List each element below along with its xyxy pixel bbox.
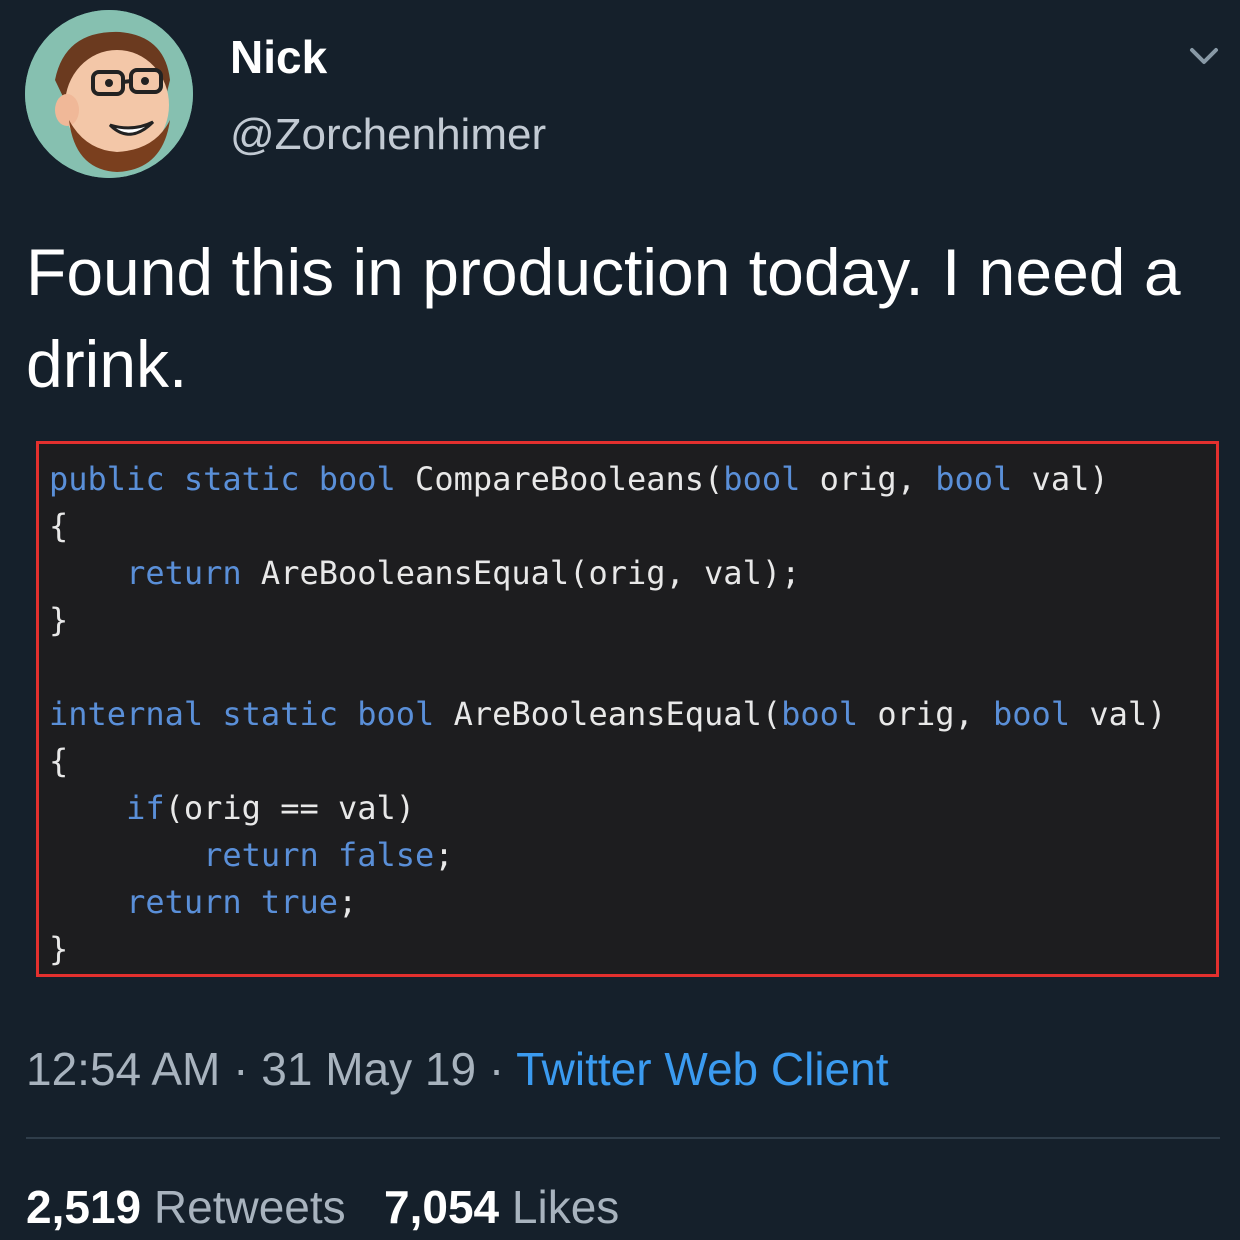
meta-separator: · bbox=[220, 1043, 262, 1095]
code-screenshot[interactable]: public static bool CompareBooleans(bool … bbox=[36, 441, 1219, 977]
code-line-9: return true; bbox=[126, 883, 358, 921]
code-line-10: } bbox=[49, 930, 69, 968]
retweets-stat[interactable]: 2,519 Retweets bbox=[26, 1181, 346, 1233]
avatar-illustration bbox=[25, 10, 193, 178]
author-handle[interactable]: @Zorchenhimer bbox=[230, 110, 546, 160]
avatar[interactable] bbox=[25, 10, 193, 178]
likes-count: 7,054 bbox=[384, 1181, 500, 1233]
tweet-text: Found this in production today. I need a… bbox=[26, 235, 1181, 401]
tweet-time[interactable]: 12:54 AM bbox=[26, 1043, 220, 1095]
code-line-4: } bbox=[49, 601, 69, 639]
code-line-1: public static bool CompareBooleans(bool … bbox=[49, 460, 1109, 498]
meta-separator: · bbox=[476, 1043, 517, 1095]
code-line-6: { bbox=[49, 742, 69, 780]
tweet-client-link[interactable]: Twitter Web Client bbox=[516, 1043, 888, 1095]
code-line-2: { bbox=[49, 507, 69, 545]
code-line-5: internal static bool AreBooleansEqual(bo… bbox=[49, 695, 1167, 733]
retweets-label: Retweets bbox=[153, 1181, 346, 1233]
likes-label: Likes bbox=[511, 1181, 620, 1233]
code-line-7: if(orig == val) bbox=[126, 789, 416, 827]
tweet-meta: 12:54 AM · 31 May 19 · Twitter Web Clien… bbox=[26, 1042, 889, 1096]
likes-stat[interactable]: 7,054 Likes bbox=[384, 1181, 619, 1233]
code-line-8: return false; bbox=[203, 836, 454, 874]
code-line-3: return AreBooleansEqual(orig, val); bbox=[126, 554, 801, 592]
tweet-date[interactable]: 31 May 19 bbox=[261, 1043, 476, 1095]
tweet-stats: 2,519 Retweets 7,054 Likes bbox=[26, 1180, 619, 1234]
divider bbox=[26, 1137, 1220, 1139]
author-name[interactable]: Nick bbox=[230, 30, 327, 84]
chevron-down-icon[interactable] bbox=[1184, 36, 1224, 76]
retweets-count: 2,519 bbox=[26, 1181, 142, 1233]
